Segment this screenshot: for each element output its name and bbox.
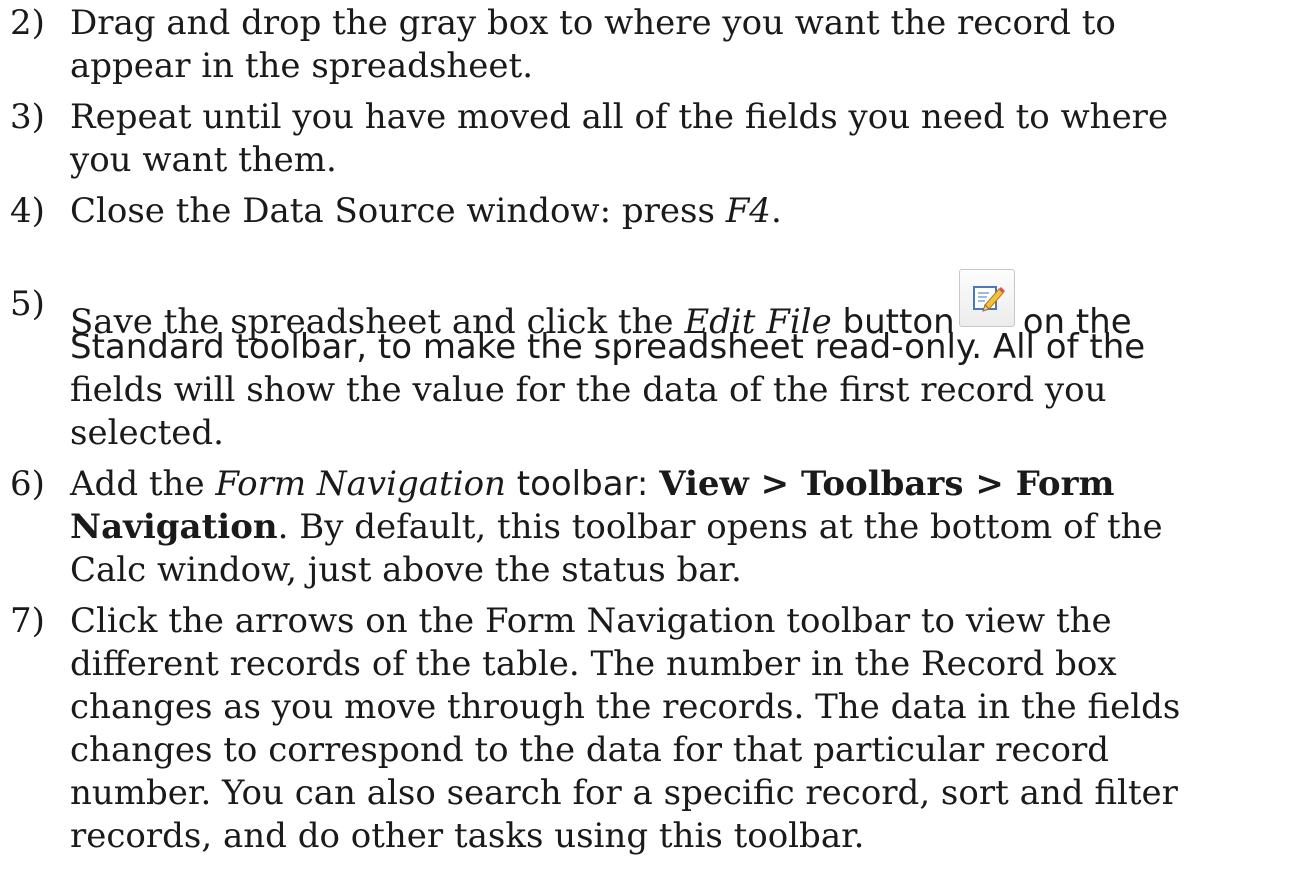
step-number: 6)	[10, 464, 45, 504]
step-number: 2)	[10, 3, 45, 43]
step-number: 5)	[10, 284, 45, 324]
step-text: . By default, this toolbar opens at the …	[277, 507, 1163, 547]
step-text-line: different records of the table. The numb…	[70, 644, 1117, 684]
step-text-line: fields will show the value for the data …	[70, 370, 1107, 410]
menu-path: Navigation	[70, 507, 278, 547]
step-text-line: appear in the spreadsheet.	[70, 46, 534, 86]
step-text: Close the Data Source window: press	[70, 191, 726, 231]
step-text-line: Click the arrows on the Form Navigation …	[70, 601, 1112, 641]
step-text: Add the	[70, 464, 216, 504]
step-text-line: records, and do other tasks using this t…	[70, 816, 865, 856]
menu-path: View > Toolbars > Form	[659, 464, 1115, 504]
step-number: 4)	[10, 191, 45, 231]
toolbar-name: Form Navigation	[215, 464, 506, 504]
step-text-line: you want them.	[70, 140, 337, 180]
edit-file-icon-glyph	[972, 286, 1005, 312]
step-text-line: changes to correspond to the data for th…	[70, 730, 1109, 770]
step-number: 3)	[10, 97, 45, 137]
step-text: .	[770, 191, 782, 231]
step-text-line: Save the spreadsheet and click the Edit …	[70, 269, 1132, 342]
key-name: F4	[725, 191, 771, 231]
step-text-line: selected.	[70, 413, 224, 453]
step-text-line: Drag and drop the gray box to where you …	[70, 3, 1116, 43]
document-page: 2) Drag and drop the gray box to where y…	[0, 0, 1293, 881]
step-text-line: Calc window, just above the status bar.	[70, 550, 742, 590]
step-text-line: number. You can also search for a specif…	[70, 773, 1178, 813]
step-text-line: Standard toolbar, to make the spreadshee…	[70, 327, 1146, 367]
step-text-line: Close the Data Source window: press F4.	[70, 190, 782, 233]
step-text-line: changes as you move through the records.…	[70, 687, 1181, 727]
step-text: toolbar:	[505, 464, 660, 504]
step-number: 7)	[10, 601, 45, 641]
step-text-line: Repeat until you have moved all of the f…	[70, 97, 1169, 137]
step-text-line: Add the Form Navigation toolbar: View > …	[70, 463, 1115, 506]
step-text-line: Navigation. By default, this toolbar ope…	[70, 506, 1163, 549]
